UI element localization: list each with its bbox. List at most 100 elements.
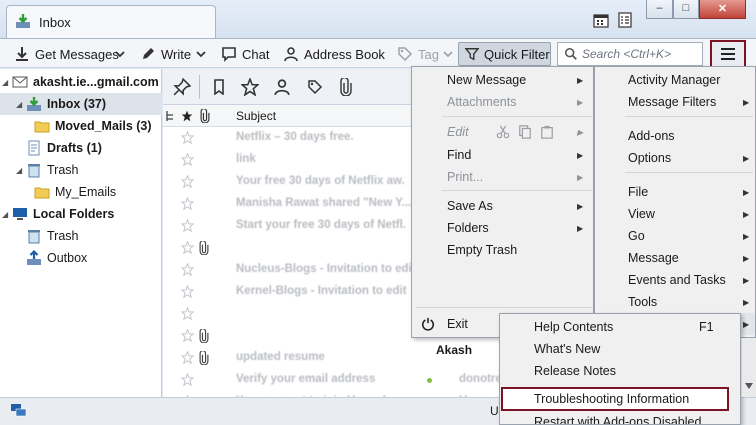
menu-separator xyxy=(625,172,753,173)
pencil-icon xyxy=(143,48,154,59)
menu-troubleshooting[interactable]: Troubleshooting Information xyxy=(501,387,729,411)
folder-trash[interactable]: ◢ Trash xyxy=(0,159,162,181)
submenu-arrow-icon: ▶ xyxy=(743,297,750,307)
tag-filter-icon[interactable] xyxy=(307,79,323,95)
menu-message-filters[interactable]: Message Filters ▶ xyxy=(595,91,755,113)
folder-my-emails[interactable]: My_Emails xyxy=(0,181,162,203)
menu-activity-manager[interactable]: Activity Manager xyxy=(595,69,755,91)
star-icon[interactable] xyxy=(180,350,195,367)
folder-drafts[interactable]: Drafts (1) xyxy=(0,137,162,159)
menu-edit[interactable]: Edit ▶ xyxy=(412,121,595,143)
submenu-arrow-icon: ▶ xyxy=(577,201,584,211)
write-dropdown[interactable] xyxy=(196,43,211,65)
scroll-down-icon[interactable] xyxy=(745,383,753,389)
menu-view[interactable]: View ▶ xyxy=(595,203,755,225)
maximize-button[interactable]: □ xyxy=(673,0,699,19)
paste-icon[interactable] xyxy=(540,125,554,139)
drafts-icon xyxy=(28,140,40,156)
message-subject: updated resume xyxy=(236,351,325,363)
moved-mails-label: Moved_Mails (3) xyxy=(55,119,152,133)
collapse-arrow-icon[interactable]: ◢ xyxy=(2,210,12,219)
star-icon[interactable] xyxy=(180,218,195,235)
write-button[interactable]: Write xyxy=(140,43,191,65)
collapse-arrow-icon[interactable]: ◢ xyxy=(16,100,26,109)
menu-add-ons[interactable]: Add-ons xyxy=(595,125,755,147)
star-icon[interactable] xyxy=(180,152,195,169)
cut-icon[interactable] xyxy=(496,125,510,139)
address-book-button[interactable]: Address Book xyxy=(283,43,385,65)
search-box[interactable] xyxy=(557,42,703,66)
tab-inbox[interactable]: Inbox xyxy=(6,5,216,38)
trash-icon xyxy=(28,164,40,178)
star-filter-icon[interactable] xyxy=(241,78,259,96)
copy-icon[interactable] xyxy=(518,125,532,139)
menu-save-as[interactable]: Save As ▶ xyxy=(412,195,595,217)
subject-column-header[interactable]: Subject xyxy=(236,109,276,123)
get-messages-dropdown[interactable] xyxy=(115,43,130,65)
submenu-arrow-icon: ▶ xyxy=(577,127,584,137)
pin-icon[interactable] xyxy=(173,78,191,96)
help-shortcut: F1 xyxy=(699,320,714,334)
scrollbar[interactable] xyxy=(741,338,756,397)
folder-local-folders[interactable]: ◢ Local Folders xyxy=(0,203,162,225)
star-icon[interactable] xyxy=(180,284,195,301)
menu-release-notes[interactable]: Release Notes xyxy=(500,360,740,382)
star-icon[interactable] xyxy=(180,240,195,257)
chevron-down-icon xyxy=(443,51,453,58)
tag-button[interactable]: Tag xyxy=(397,43,458,65)
star-icon[interactable] xyxy=(180,372,195,389)
chat-button[interactable]: Chat xyxy=(221,43,269,65)
star-icon[interactable] xyxy=(180,306,195,323)
restart-addons-label: Restart with Add-ons Disabled... xyxy=(534,415,712,424)
collapse-arrow-icon[interactable]: ◢ xyxy=(16,166,26,175)
menu-message[interactable]: Message ▶ xyxy=(595,247,755,269)
menu-attachments[interactable]: Attachments ▶ xyxy=(412,91,595,113)
star-column-icon[interactable] xyxy=(181,110,193,122)
minimize-button[interactable]: – xyxy=(646,0,673,19)
star-icon[interactable] xyxy=(180,196,195,213)
menu-help-contents[interactable]: Help Contents F1 xyxy=(500,316,740,338)
menu-find[interactable]: Find ▶ xyxy=(412,144,595,166)
star-icon[interactable] xyxy=(180,262,195,279)
thread-column-icon[interactable] xyxy=(165,110,175,122)
unread-filter-icon[interactable] xyxy=(211,79,227,95)
folder-inbox[interactable]: ◢ Inbox (37) xyxy=(0,93,162,115)
menu-tools[interactable]: Tools ▶ xyxy=(595,291,755,313)
folder-local-trash[interactable]: Trash xyxy=(0,225,162,247)
menu-options[interactable]: Options ▶ xyxy=(595,147,755,169)
menu-folders[interactable]: Folders ▶ xyxy=(412,217,595,239)
title-bar: Inbox – □ ✕ xyxy=(0,0,756,38)
menu-new-message[interactable]: New Message ▶ xyxy=(412,69,595,91)
calendar-icon[interactable] xyxy=(593,12,609,28)
add-ons-label: Add-ons xyxy=(628,129,675,143)
folder-moved-mails[interactable]: Moved_Mails (3) xyxy=(0,115,162,137)
star-icon[interactable] xyxy=(180,174,195,191)
menu-file[interactable]: File ▶ xyxy=(595,181,755,203)
menu-whats-new[interactable]: What's New xyxy=(500,338,740,360)
contact-filter-icon[interactable] xyxy=(273,78,291,96)
app-menu-button[interactable] xyxy=(710,40,746,68)
search-input[interactable] xyxy=(582,46,697,62)
menu-go[interactable]: Go ▶ xyxy=(595,225,755,247)
folder-account[interactable]: ◢ akasht.ie...gmail.com xyxy=(0,71,162,93)
menu-events-tasks[interactable]: Events and Tasks ▶ xyxy=(595,269,755,291)
menu-print[interactable]: Print... ▶ xyxy=(412,166,595,188)
tasks-icon[interactable] xyxy=(617,12,633,28)
menu-empty-trash[interactable]: Empty Trash xyxy=(412,239,595,261)
tools-label: Tools xyxy=(628,295,658,309)
get-messages-button[interactable]: Get Messages xyxy=(14,43,119,65)
find-label: Find xyxy=(447,148,472,162)
collapse-arrow-icon[interactable]: ◢ xyxy=(2,78,12,87)
folder-outbox[interactable]: Outbox xyxy=(0,247,162,269)
star-icon[interactable] xyxy=(180,130,195,147)
attachment-filter-icon[interactable] xyxy=(339,78,353,96)
star-icon[interactable] xyxy=(180,328,195,345)
menu-exit[interactable]: Exit xyxy=(412,313,502,335)
view-label: View xyxy=(628,207,655,221)
attachment-column-icon[interactable] xyxy=(200,109,210,123)
quick-filter-button[interactable]: Quick Filter xyxy=(458,42,551,66)
online-status-icon[interactable] xyxy=(11,404,27,418)
read-status-dot[interactable] xyxy=(427,378,432,383)
print-label: Print... xyxy=(447,170,484,184)
close-button[interactable]: ✕ xyxy=(699,0,746,19)
